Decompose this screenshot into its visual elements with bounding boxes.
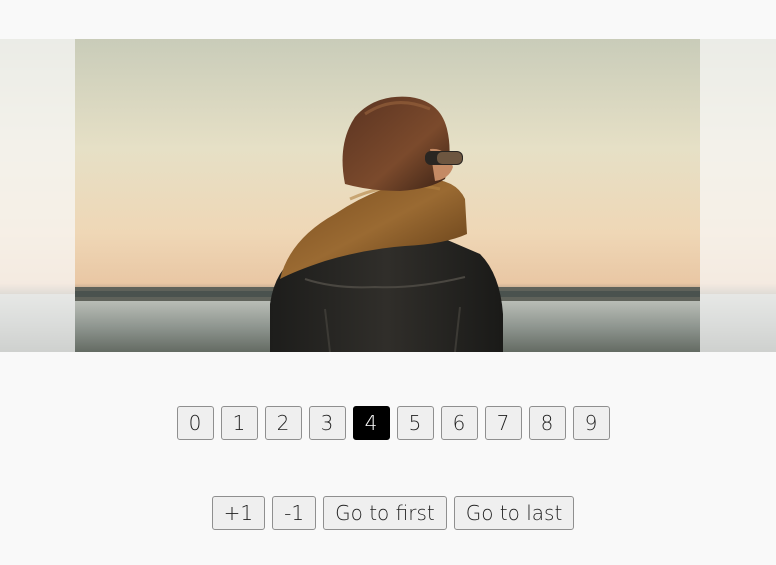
next-slide[interactable]	[700, 39, 776, 352]
plus-one-button[interactable]: +1	[211, 496, 266, 530]
page-button-7[interactable]: 7	[484, 406, 522, 440]
page-button-6[interactable]: 6	[440, 406, 478, 440]
next-slide-image	[700, 39, 776, 352]
slide-page-buttons: 0 1 2 3 4 5 6 7 8 9	[0, 406, 776, 440]
page-button-5[interactable]: 5	[396, 406, 434, 440]
page-button-2[interactable]: 2	[264, 406, 302, 440]
navigation-controls: +1 -1 Go to first Go to last	[0, 496, 776, 530]
image-carousel[interactable]	[0, 39, 776, 352]
page-button-3[interactable]: 3	[308, 406, 346, 440]
page-button-0[interactable]: 0	[176, 406, 214, 440]
page-button-4-active[interactable]: 4	[352, 406, 390, 440]
person-in-scarf-photo	[75, 39, 700, 352]
go-to-first-button[interactable]: Go to first	[323, 496, 447, 530]
previous-slide[interactable]	[0, 39, 75, 352]
slider-page: 0 1 2 3 4 5 6 7 8 9 +1 -1 Go to first Go…	[0, 0, 776, 565]
previous-slide-image	[0, 39, 75, 352]
minus-one-button[interactable]: -1	[272, 496, 317, 530]
current-slide[interactable]	[75, 39, 700, 352]
page-button-1[interactable]: 1	[220, 406, 258, 440]
go-to-last-button[interactable]: Go to last	[453, 496, 575, 530]
page-button-8[interactable]: 8	[528, 406, 566, 440]
page-button-9[interactable]: 9	[572, 406, 610, 440]
